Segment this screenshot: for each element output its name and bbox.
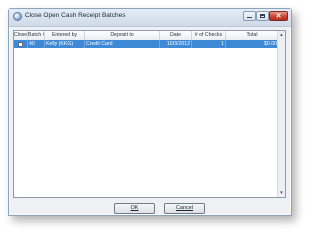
maximize-icon [260,14,265,18]
batch-number-cell: 40 [28,40,45,48]
cancel-button-label: Cancel [175,205,194,211]
ok-button-label: OK [130,205,139,211]
scroll-up-icon[interactable]: ▲ [278,31,285,39]
date-cell: 10/3/2012 [160,40,192,48]
deposit-to-cell: Credit Card [85,40,160,48]
close-cell [14,40,28,48]
close-batches-dialog: Close Open Cash Receipt Batches ✕ Close … [8,8,292,216]
close-icon: ✕ [275,12,282,20]
column-header-entered-by[interactable]: Entered by [45,31,85,40]
close-window-button[interactable]: ✕ [269,11,288,21]
table-row[interactable]: 40 Kelly (KKG) Credit Card 10/3/2012 1 $… [14,40,278,48]
app-icon [13,12,22,21]
cancel-button[interactable]: Cancel [164,203,205,214]
column-header-date[interactable]: Date [160,31,192,40]
column-header-checks[interactable]: # of Checks [192,31,226,40]
ok-button[interactable]: OK [114,203,155,214]
total-cell: $0.00 [264,41,277,47]
column-header-deposit-to[interactable]: Deposit to [85,31,160,40]
minimize-button[interactable] [243,11,256,21]
vertical-scrollbar[interactable]: ▲ ▼ [277,31,285,197]
column-header-close[interactable]: Close [14,31,28,40]
close-batch-checkbox[interactable] [18,41,23,47]
window-title: Close Open Cash Receipt Batches [25,12,126,19]
checks-count-cell: 1 [192,40,226,48]
title-bar: Close Open Cash Receipt Batches ✕ [9,9,291,27]
maximize-button[interactable] [256,11,269,21]
column-header-total[interactable]: Total [226,31,278,40]
scroll-down-icon[interactable]: ▼ [278,189,285,197]
batches-table: Close Batch # Entered by Deposit to Date… [13,30,286,198]
column-header-batch[interactable]: Batch # [28,31,45,40]
minimize-icon [247,17,252,18]
entered-by-cell: Kelly (KKG) [45,40,85,48]
